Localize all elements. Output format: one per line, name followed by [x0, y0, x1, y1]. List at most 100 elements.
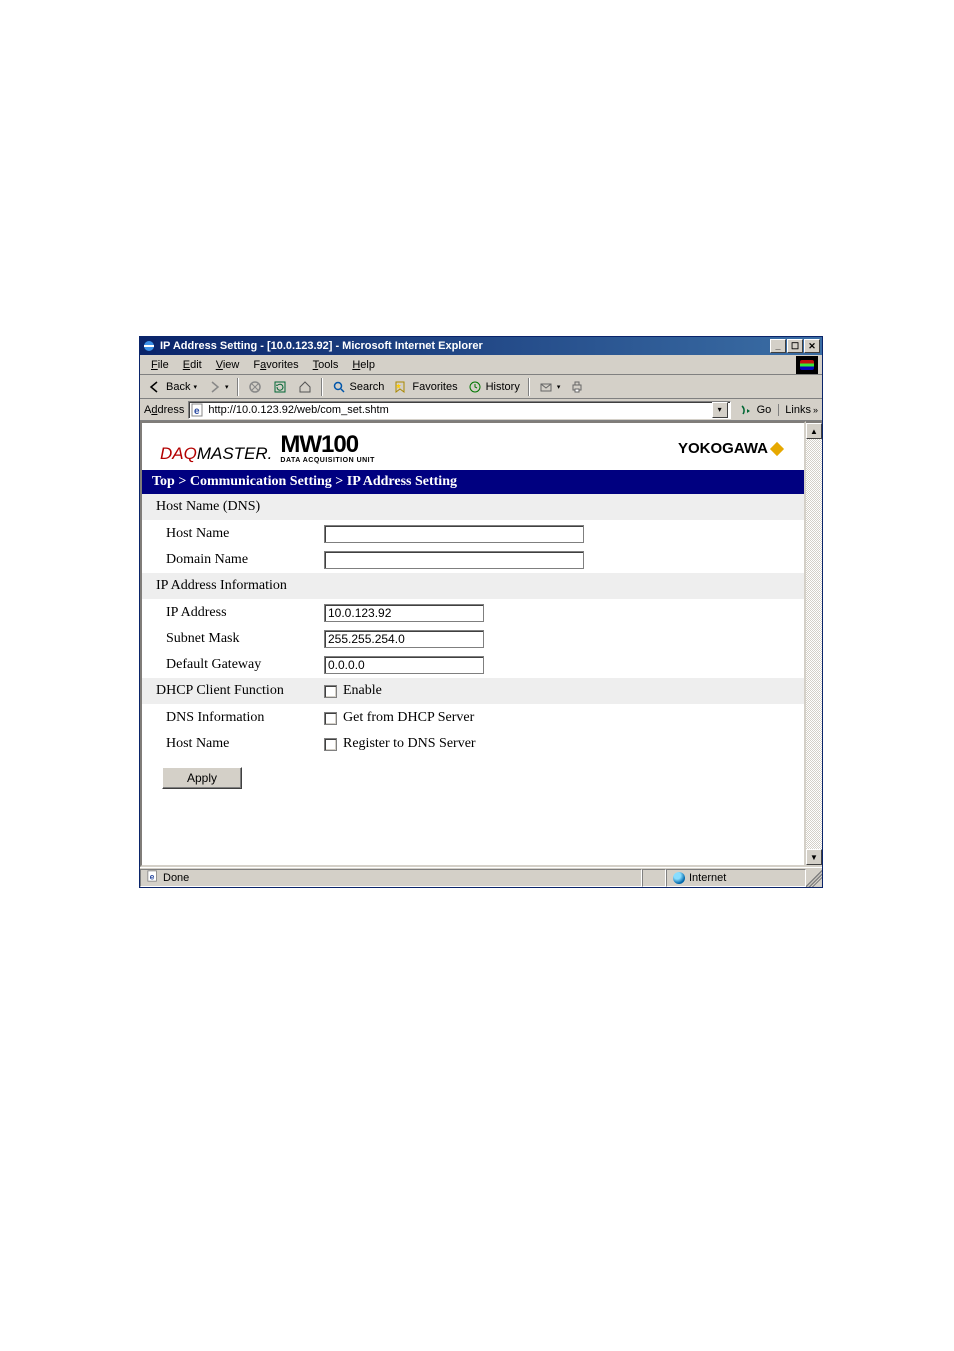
- menu-bar: File Edit View Favorites Tools Help: [140, 355, 822, 375]
- vertical-scrollbar[interactable]: ▲ ▼: [806, 421, 822, 867]
- globe-icon: [673, 872, 685, 884]
- minimize-button[interactable]: _: [770, 339, 786, 353]
- favorites-button[interactable]: Favorites: [390, 377, 460, 397]
- dns-info-label: DNS Information: [166, 710, 324, 726]
- separator: [528, 378, 530, 396]
- dropdown-icon: ▾: [225, 383, 229, 391]
- mw100-logo: MW100 DATA ACQUISITION UNIT: [280, 433, 375, 464]
- host-name-input[interactable]: [324, 525, 584, 543]
- go-icon: [738, 402, 754, 418]
- default-gateway-input[interactable]: [324, 656, 484, 674]
- stop-button[interactable]: [244, 377, 266, 397]
- history-icon: [467, 379, 483, 395]
- home-button[interactable]: [294, 377, 316, 397]
- close-button[interactable]: ✕: [804, 339, 820, 353]
- subnet-mask-label: Subnet Mask: [166, 631, 324, 647]
- separator: [321, 378, 323, 396]
- dhcp-enable-checkbox[interactable]: [324, 685, 337, 698]
- mail-button[interactable]: ▾: [535, 377, 564, 397]
- search-label: Search: [350, 381, 385, 393]
- breadcrumb-top[interactable]: Top: [152, 474, 175, 489]
- register-dns-checkbox[interactable]: [324, 738, 337, 751]
- back-label: Back: [166, 381, 190, 393]
- address-label: Address: [144, 404, 184, 416]
- forward-icon: [206, 379, 222, 395]
- window-title: IP Address Setting - [10.0.123.92] - Mic…: [160, 340, 770, 352]
- dns-get-checkbox[interactable]: [324, 712, 337, 725]
- menu-favorites[interactable]: Favorites: [246, 357, 305, 373]
- separator: [237, 378, 239, 396]
- ie-icon: [142, 339, 156, 353]
- ip-address-label: IP Address: [166, 605, 324, 621]
- daqmaster-logo: DAQMASTER.: [160, 444, 272, 464]
- search-icon: [331, 379, 347, 395]
- breadcrumb-current: IP Address Setting: [347, 474, 457, 489]
- history-button[interactable]: History: [464, 377, 523, 397]
- print-button[interactable]: [566, 377, 588, 397]
- svg-text:e: e: [150, 871, 155, 881]
- diamond-icon: [770, 441, 784, 455]
- go-button[interactable]: Go: [735, 400, 775, 420]
- page-icon: e: [147, 870, 159, 885]
- section-dhcp-client: DHCP Client Function Enable: [142, 678, 804, 705]
- history-label: History: [486, 381, 520, 393]
- ie-throbber-icon: [796, 356, 818, 374]
- address-input-wrap: e ▾: [188, 401, 730, 419]
- maximize-button[interactable]: ☐: [787, 339, 803, 353]
- favorites-label: Favorites: [412, 381, 457, 393]
- home-icon: [297, 379, 313, 395]
- stop-icon: [247, 379, 263, 395]
- forward-button[interactable]: ▾: [203, 377, 232, 397]
- resize-grip[interactable]: [806, 869, 822, 887]
- subnet-mask-input[interactable]: [324, 630, 484, 648]
- address-input[interactable]: [208, 404, 711, 416]
- page-icon: e: [191, 403, 205, 417]
- status-mid: [642, 869, 666, 887]
- host-name-label: Host Name: [166, 526, 324, 542]
- apply-button[interactable]: Apply: [162, 767, 242, 789]
- address-bar: Address e ▾ Go Links »: [140, 399, 822, 421]
- menu-edit[interactable]: Edit: [176, 357, 209, 373]
- dropdown-icon: ▾: [557, 383, 561, 391]
- refresh-icon: [272, 379, 288, 395]
- back-button[interactable]: Back ▾: [144, 377, 200, 397]
- favorites-icon: [393, 379, 409, 395]
- default-gateway-label: Default Gateway: [166, 657, 324, 673]
- back-icon: [147, 379, 163, 395]
- ip-address-input[interactable]: [324, 604, 484, 622]
- status-main: e Done: [140, 869, 642, 887]
- scroll-track[interactable]: [806, 439, 822, 849]
- scroll-down-button[interactable]: ▼: [806, 849, 822, 865]
- status-text: Done: [163, 872, 189, 884]
- dhcp-enable-label: Enable: [343, 683, 382, 699]
- register-dns-label: Register to DNS Server: [343, 736, 476, 752]
- toolbar: Back ▾ ▾ Search Favorites History: [140, 375, 822, 399]
- print-icon: [569, 379, 585, 395]
- svg-text:e: e: [194, 406, 200, 417]
- host-name2-label: Host Name: [166, 736, 324, 752]
- go-label: Go: [757, 404, 772, 416]
- refresh-button[interactable]: [269, 377, 291, 397]
- section-host-dns: Host Name (DNS): [142, 494, 804, 521]
- links-button[interactable]: Links »: [778, 404, 818, 416]
- domain-name-label: Domain Name: [166, 552, 324, 568]
- page-header: DAQMASTER. MW100 DATA ACQUISITION UNIT Y…: [142, 423, 804, 470]
- links-label: Links: [785, 404, 811, 416]
- dns-get-label: Get from DHCP Server: [343, 710, 474, 726]
- menu-help[interactable]: Help: [345, 357, 382, 373]
- dropdown-icon: ▾: [193, 383, 197, 391]
- menu-view[interactable]: View: [209, 357, 247, 373]
- mail-icon: [538, 379, 554, 395]
- search-button[interactable]: Search: [328, 377, 388, 397]
- domain-name-input[interactable]: [324, 551, 584, 569]
- browser-window: IP Address Setting - [10.0.123.92] - Mic…: [139, 336, 823, 888]
- zone-text: Internet: [689, 872, 726, 884]
- breadcrumb-comm[interactable]: Communication Setting: [190, 474, 332, 489]
- section-ip-info: IP Address Information: [142, 573, 804, 600]
- address-dropdown-button[interactable]: ▾: [712, 402, 728, 418]
- menu-file[interactable]: File: [144, 357, 176, 373]
- scroll-up-button[interactable]: ▲: [806, 423, 822, 439]
- menu-tools[interactable]: Tools: [306, 357, 346, 373]
- status-zone: Internet: [666, 869, 806, 887]
- breadcrumb: Top > Communication Setting > IP Address…: [142, 470, 804, 494]
